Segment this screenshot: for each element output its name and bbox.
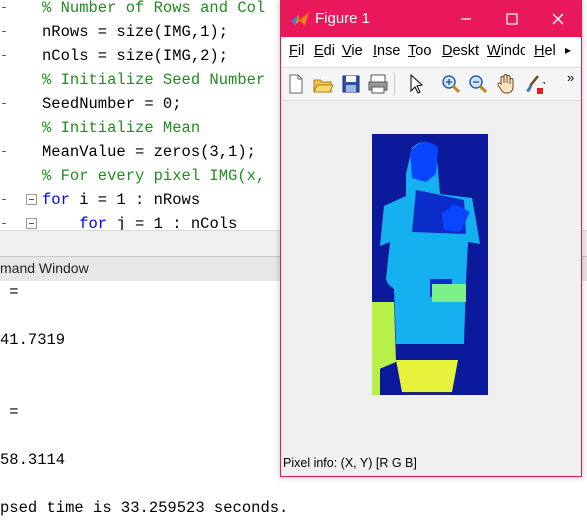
menu-desktop[interactable]: Deskt: [442, 43, 480, 59]
brush-icon[interactable]: [521, 72, 545, 96]
code-text: % Initialize Seed Number: [42, 71, 266, 89]
code-text: MeanValue = zeros(3,1);: [42, 143, 256, 161]
open-file-icon[interactable]: [311, 72, 335, 96]
pixel-info-status: Pixel info: (X, Y) [R G B]: [283, 456, 417, 470]
figure-window[interactable]: Figure 1 FilEdiVieInseTooDesktWindoHel▸ …: [280, 0, 582, 477]
maximize-button[interactable]: [489, 1, 535, 37]
code-text: % Number of Rows and Col: [42, 0, 266, 17]
toolbar-separator: [394, 73, 395, 95]
code-text: % Initialize Mean: [42, 119, 201, 137]
code-text: nRows = size(IMG,1);: [42, 23, 229, 41]
command-window-title: mand Window: [0, 260, 89, 276]
code-fold-icon[interactable]: [26, 194, 37, 205]
menu-help[interactable]: Hel: [534, 43, 556, 59]
figure-title-bar[interactable]: Figure 1: [281, 1, 581, 37]
command-output-line: 41.7319: [0, 331, 66, 349]
image-left-strip-region: [372, 312, 380, 395]
command-output-line: =: [0, 403, 19, 421]
figure-axes-area[interactable]: [281, 101, 581, 453]
breakpoint-gutter-mark[interactable]: -: [0, 188, 8, 212]
code-text: nCols = size(IMG,2);: [42, 47, 229, 65]
matlab-logo-icon: [291, 12, 309, 26]
command-output-line: psed time is 33.259523 seconds.: [0, 499, 289, 517]
breakpoint-gutter-mark[interactable]: -: [0, 20, 8, 44]
maximize-icon: [506, 13, 518, 25]
breakpoint-gutter-mark[interactable]: -: [0, 212, 8, 230]
zoom-out-icon[interactable]: [466, 72, 490, 96]
image-hand-region: [432, 284, 466, 302]
menu-insert[interactable]: Inse: [373, 43, 401, 59]
menu-view[interactable]: Vie: [342, 43, 366, 59]
breakpoint-gutter-mark[interactable]: -: [0, 140, 8, 164]
save-icon[interactable]: [339, 72, 363, 96]
command-output-line: 58.3114: [0, 451, 66, 469]
figure-menu-bar: Fil Edi Vie Inse Too Deskt Windo Hel ▸: [281, 37, 581, 68]
code-text: SeedNumber = 0;: [42, 95, 182, 113]
close-icon: [552, 13, 564, 25]
menu-tools[interactable]: Too: [408, 43, 435, 59]
segmented-image[interactable]: [372, 134, 488, 395]
close-button[interactable]: [535, 1, 581, 37]
menu-edit[interactable]: Edi: [314, 43, 334, 59]
menu-overflow-icon[interactable]: ▸: [565, 43, 571, 57]
code-text: for j = 1 : nCols: [42, 215, 238, 230]
breakpoint-gutter-mark[interactable]: -: [0, 0, 8, 20]
command-output-line: =: [0, 283, 19, 301]
menu-window[interactable]: Windo: [487, 43, 525, 59]
toolbar-overflow-icon[interactable]: »: [567, 70, 574, 85]
breakpoint-gutter-mark[interactable]: -: [0, 44, 8, 68]
pointer-icon[interactable]: [404, 72, 428, 96]
print-icon[interactable]: [366, 72, 390, 96]
image-skirt-region: [396, 360, 458, 392]
code-fold-icon[interactable]: [26, 218, 37, 229]
figure-title: Figure 1: [315, 10, 371, 27]
zoom-in-icon[interactable]: [439, 72, 463, 96]
new-figure-icon[interactable]: [284, 72, 308, 96]
menu-file[interactable]: Fil: [289, 43, 307, 59]
code-text: for i = 1 : nRows: [42, 191, 201, 209]
breakpoint-gutter-mark[interactable]: -: [0, 92, 8, 116]
figure-toolbar: »: [281, 68, 581, 101]
pan-hand-icon[interactable]: [494, 72, 518, 96]
minimize-icon: [461, 18, 471, 20]
minimize-button[interactable]: [443, 1, 489, 37]
image-bottom-region: [402, 392, 452, 395]
code-text: % For every pixel IMG(x,: [42, 167, 266, 185]
